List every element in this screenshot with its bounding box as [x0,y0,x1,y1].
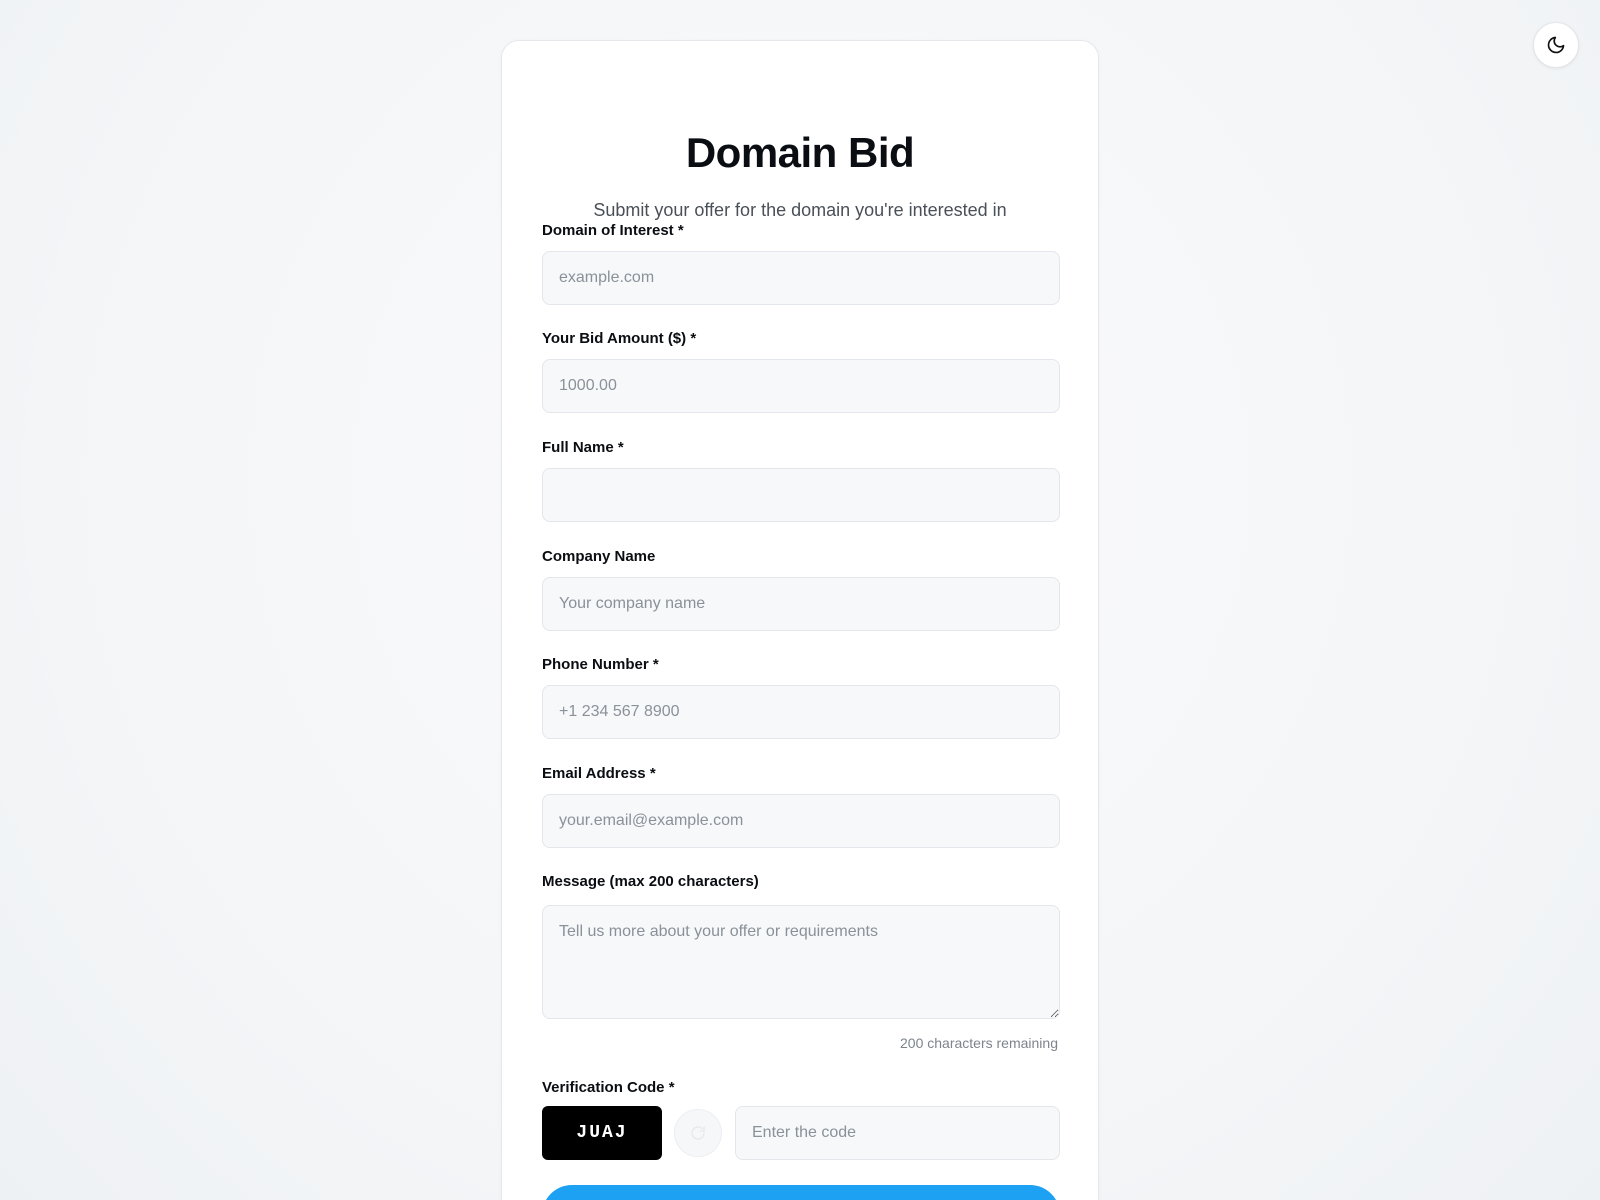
full-name-label: Full Name * [542,439,624,456]
bid-amount-label: Your Bid Amount ($) * [542,330,697,347]
verification-label: Verification Code * [542,1079,675,1096]
theme-toggle-button[interactable] [1533,22,1579,68]
bid-form-card: Domain Bid Submit your offer for the dom… [501,40,1099,1200]
bid-amount-input[interactable] [542,359,1060,413]
email-label: Email Address * [542,765,656,782]
message-char-counter: 200 characters remaining [900,1035,1058,1051]
page: Domain Bid Submit your offer for the dom… [0,0,1600,1200]
message-label: Message (max 200 characters) [542,873,759,890]
email-input[interactable] [542,794,1060,848]
phone-input[interactable] [542,685,1060,739]
company-name-input[interactable] [542,577,1060,631]
message-textarea[interactable] [542,905,1060,1019]
captcha-refresh-button[interactable] [674,1109,722,1157]
refresh-icon [691,1126,705,1140]
domain-label: Domain of Interest * [542,222,684,239]
submit-bid-button[interactable] [542,1185,1060,1200]
full-name-input[interactable] [542,468,1060,522]
verification-code-input[interactable] [735,1106,1060,1160]
captcha-image: JUAJ [542,1106,662,1160]
page-subtitle: Submit your offer for the domain you're … [593,200,1007,220]
domain-input[interactable] [542,251,1060,305]
phone-label: Phone Number * [542,656,659,673]
page-title: Domain Bid [685,129,915,176]
company-name-label: Company Name [542,548,656,565]
moon-icon [1547,36,1565,54]
